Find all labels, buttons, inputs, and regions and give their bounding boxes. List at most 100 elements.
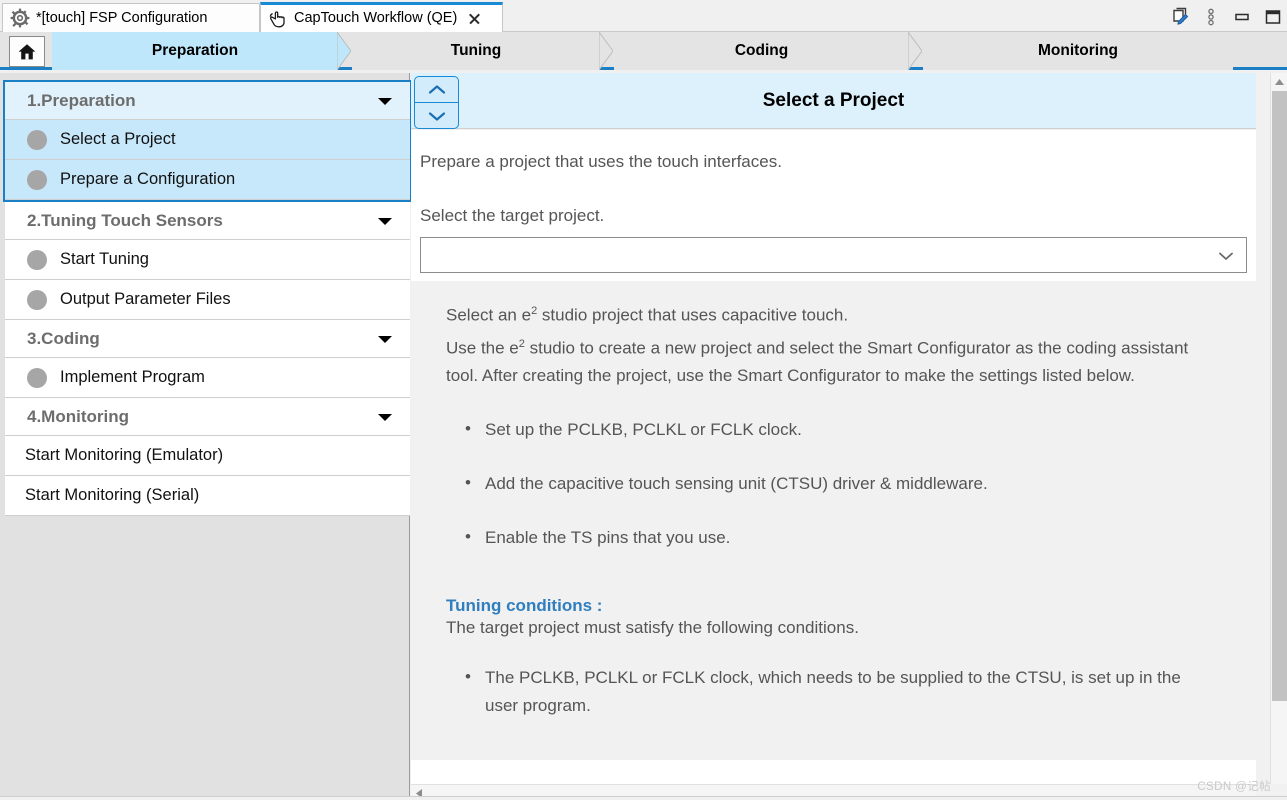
status-bullet-icon — [27, 130, 47, 150]
workflow-step-label: Coding — [735, 42, 788, 60]
workflow-step-label: Monitoring — [1038, 42, 1118, 60]
window-controls — [1170, 2, 1281, 30]
chevron-down-icon[interactable] — [378, 98, 392, 105]
status-bullet-icon — [27, 170, 47, 190]
description-line-1-pre: Select an e — [446, 306, 531, 325]
captouch-workflow-window: *[touch] FSP Configuration CapTouch Work… — [0, 0, 1287, 800]
workflow-step-bar: Preparation Tuning Coding — [0, 32, 1287, 70]
step-divider-icon — [908, 32, 922, 70]
select-target-project-label: Select the target project. — [411, 172, 1256, 226]
sidebar-item-start-tuning[interactable]: Start Tuning — [5, 240, 410, 280]
window-bottom-edge — [0, 796, 1287, 800]
chevron-down-icon[interactable] — [378, 336, 392, 343]
prev-page-button[interactable] — [415, 77, 458, 103]
sidebar-item-label: Prepare a Configuration — [60, 170, 235, 189]
sidebar-group-monitoring: 4.Monitoring Start Monitoring (Emulator)… — [5, 398, 410, 516]
sidebar-group-header-tuning[interactable]: 2.Tuning Touch Sensors — [5, 202, 410, 240]
workflow-step-list: 1.Preparation Select a Project Prepare a… — [5, 80, 410, 516]
panel-header: Select a Project — [411, 73, 1256, 129]
page-nav-buttons — [414, 76, 459, 129]
sidebar-group-title: 3.Coding — [27, 329, 100, 349]
chevron-down-icon — [426, 109, 448, 123]
sidebar-group-preparation: 1.Preparation Select a Project Prepare a… — [3, 80, 412, 202]
next-page-button[interactable] — [415, 103, 458, 129]
page-title: Select a Project — [411, 73, 1256, 129]
workflow-step-tuning[interactable]: Tuning — [352, 32, 600, 70]
home-button[interactable] — [9, 36, 45, 67]
workflow-step-label: Preparation — [152, 42, 238, 60]
sidebar-item-label: Output Parameter Files — [60, 290, 231, 309]
sidebar-group-header-monitoring[interactable]: 4.Monitoring — [5, 398, 410, 436]
list-item: Add the capacitive touch sensing unit (C… — [463, 470, 1216, 498]
workflow-step-label: Tuning — [451, 42, 502, 60]
maximize-icon[interactable] — [1263, 7, 1281, 25]
description-line-2: Use the e2 studio to create a new projec… — [411, 330, 1256, 391]
description-line-1-post: studio project that uses capacitive touc… — [537, 306, 848, 325]
home-icon — [17, 42, 37, 62]
sidebar-item-label: Implement Program — [60, 368, 205, 387]
sidebar-item-label: Start Tuning — [60, 250, 149, 269]
sidebar-item-label: Start Monitoring (Serial) — [25, 486, 199, 505]
panel-lead-text: Prepare a project that uses the touch in… — [411, 130, 1256, 172]
sidebar-group-title: 2.Tuning Touch Sensors — [27, 211, 223, 231]
minimize-icon[interactable] — [1232, 7, 1250, 25]
editor-tab-captouch-workflow[interactable]: CapTouch Workflow (QE) — [260, 2, 503, 32]
pin-editor-icon[interactable] — [1170, 7, 1188, 25]
step-divider-icon — [599, 32, 613, 70]
close-icon[interactable] — [468, 12, 481, 25]
sidebar-item-start-monitoring-serial[interactable]: Start Monitoring (Serial) — [5, 476, 410, 516]
hand-touch-icon — [268, 9, 288, 29]
chevron-down-icon[interactable] — [1217, 249, 1235, 266]
editor-tab-fsp-configuration[interactable]: *[touch] FSP Configuration — [2, 3, 260, 32]
workflow-step-coding[interactable]: Coding — [614, 32, 909, 70]
description-line-2-pre: Use the e — [446, 338, 519, 357]
view-menu-icon[interactable] — [1201, 7, 1219, 25]
description-line-1: Select an e2 studio project that uses ca… — [411, 281, 1256, 330]
watermark: CSDN @记帖 — [1197, 778, 1271, 794]
vertical-scrollbar[interactable] — [1270, 73, 1287, 784]
sidebar-group-title: 4.Monitoring — [27, 407, 129, 427]
sidebar-item-implement-program[interactable]: Implement Program — [5, 358, 410, 398]
list-item: Enable the TS pins that you use. — [463, 524, 1216, 552]
editor-tab-label: CapTouch Workflow (QE) — [294, 11, 457, 26]
list-item: The PCLKB, PCLKL or FCLK clock, which ne… — [463, 664, 1216, 720]
editor-tab-bar: *[touch] FSP Configuration CapTouch Work… — [0, 0, 1287, 32]
list-item: Set up the PCLKB, PCLKL or FCLK clock. — [463, 416, 1216, 444]
triangle-up-icon — [1274, 78, 1285, 86]
status-bullet-icon — [27, 368, 47, 388]
sidebar-group-header-coding[interactable]: 3.Coding — [5, 320, 410, 358]
editor-tab-label: *[touch] FSP Configuration — [36, 11, 207, 26]
sidebar-group-coding: 3.Coding Implement Program — [5, 320, 410, 398]
main-panel: Select a Project Prepare a project that … — [411, 73, 1287, 800]
workflow-sidebar: 1.Preparation Select a Project Prepare a… — [0, 73, 410, 800]
scroll-up-button[interactable] — [1271, 73, 1287, 90]
sidebar-group-title: 1.Preparation — [27, 91, 136, 111]
tuning-conditions-bullet-list: The PCLKB, PCLKL or FCLK clock, which ne… — [411, 664, 1256, 720]
status-bullet-icon — [27, 290, 47, 310]
setup-bullet-list: Set up the PCLKB, PCLKL or FCLK clock. A… — [411, 416, 1256, 552]
gear-icon — [10, 8, 30, 28]
sidebar-item-prepare-a-configuration[interactable]: Prepare a Configuration — [5, 160, 410, 200]
description-line-2-post: studio to create a new project and selec… — [446, 338, 1188, 385]
sidebar-item-start-monitoring-emulator[interactable]: Start Monitoring (Emulator) — [5, 436, 410, 476]
panel-body: Prepare a project that uses the touch in… — [411, 130, 1256, 784]
tuning-conditions-subtitle: The target project must satisfy the foll… — [411, 616, 1256, 638]
chevron-up-icon — [426, 83, 448, 97]
workflow-step-preparation[interactable]: Preparation — [52, 32, 338, 70]
chevron-down-icon[interactable] — [378, 218, 392, 225]
target-project-select[interactable] — [420, 237, 1247, 273]
workflow-step-monitoring[interactable]: Monitoring — [923, 32, 1233, 70]
status-bullet-icon — [27, 250, 47, 270]
sidebar-item-output-parameter-files[interactable]: Output Parameter Files — [5, 280, 410, 320]
chevron-down-icon[interactable] — [378, 414, 392, 421]
project-selection-zone: Prepare a project that uses the touch in… — [411, 130, 1256, 281]
vertical-scrollbar-thumb[interactable] — [1272, 91, 1287, 701]
sidebar-item-label: Select a Project — [60, 130, 176, 149]
help-text-zone: Select an e2 studio project that uses ca… — [411, 281, 1256, 760]
step-divider-icon — [337, 32, 351, 70]
sidebar-group-tuning-touch-sensors: 2.Tuning Touch Sensors Start Tuning Outp… — [5, 202, 410, 320]
tuning-conditions-title: Tuning conditions : — [411, 552, 1256, 616]
sidebar-group-header-preparation[interactable]: 1.Preparation — [5, 82, 410, 120]
sidebar-item-label: Start Monitoring (Emulator) — [25, 446, 223, 465]
sidebar-item-select-a-project[interactable]: Select a Project — [5, 120, 410, 160]
